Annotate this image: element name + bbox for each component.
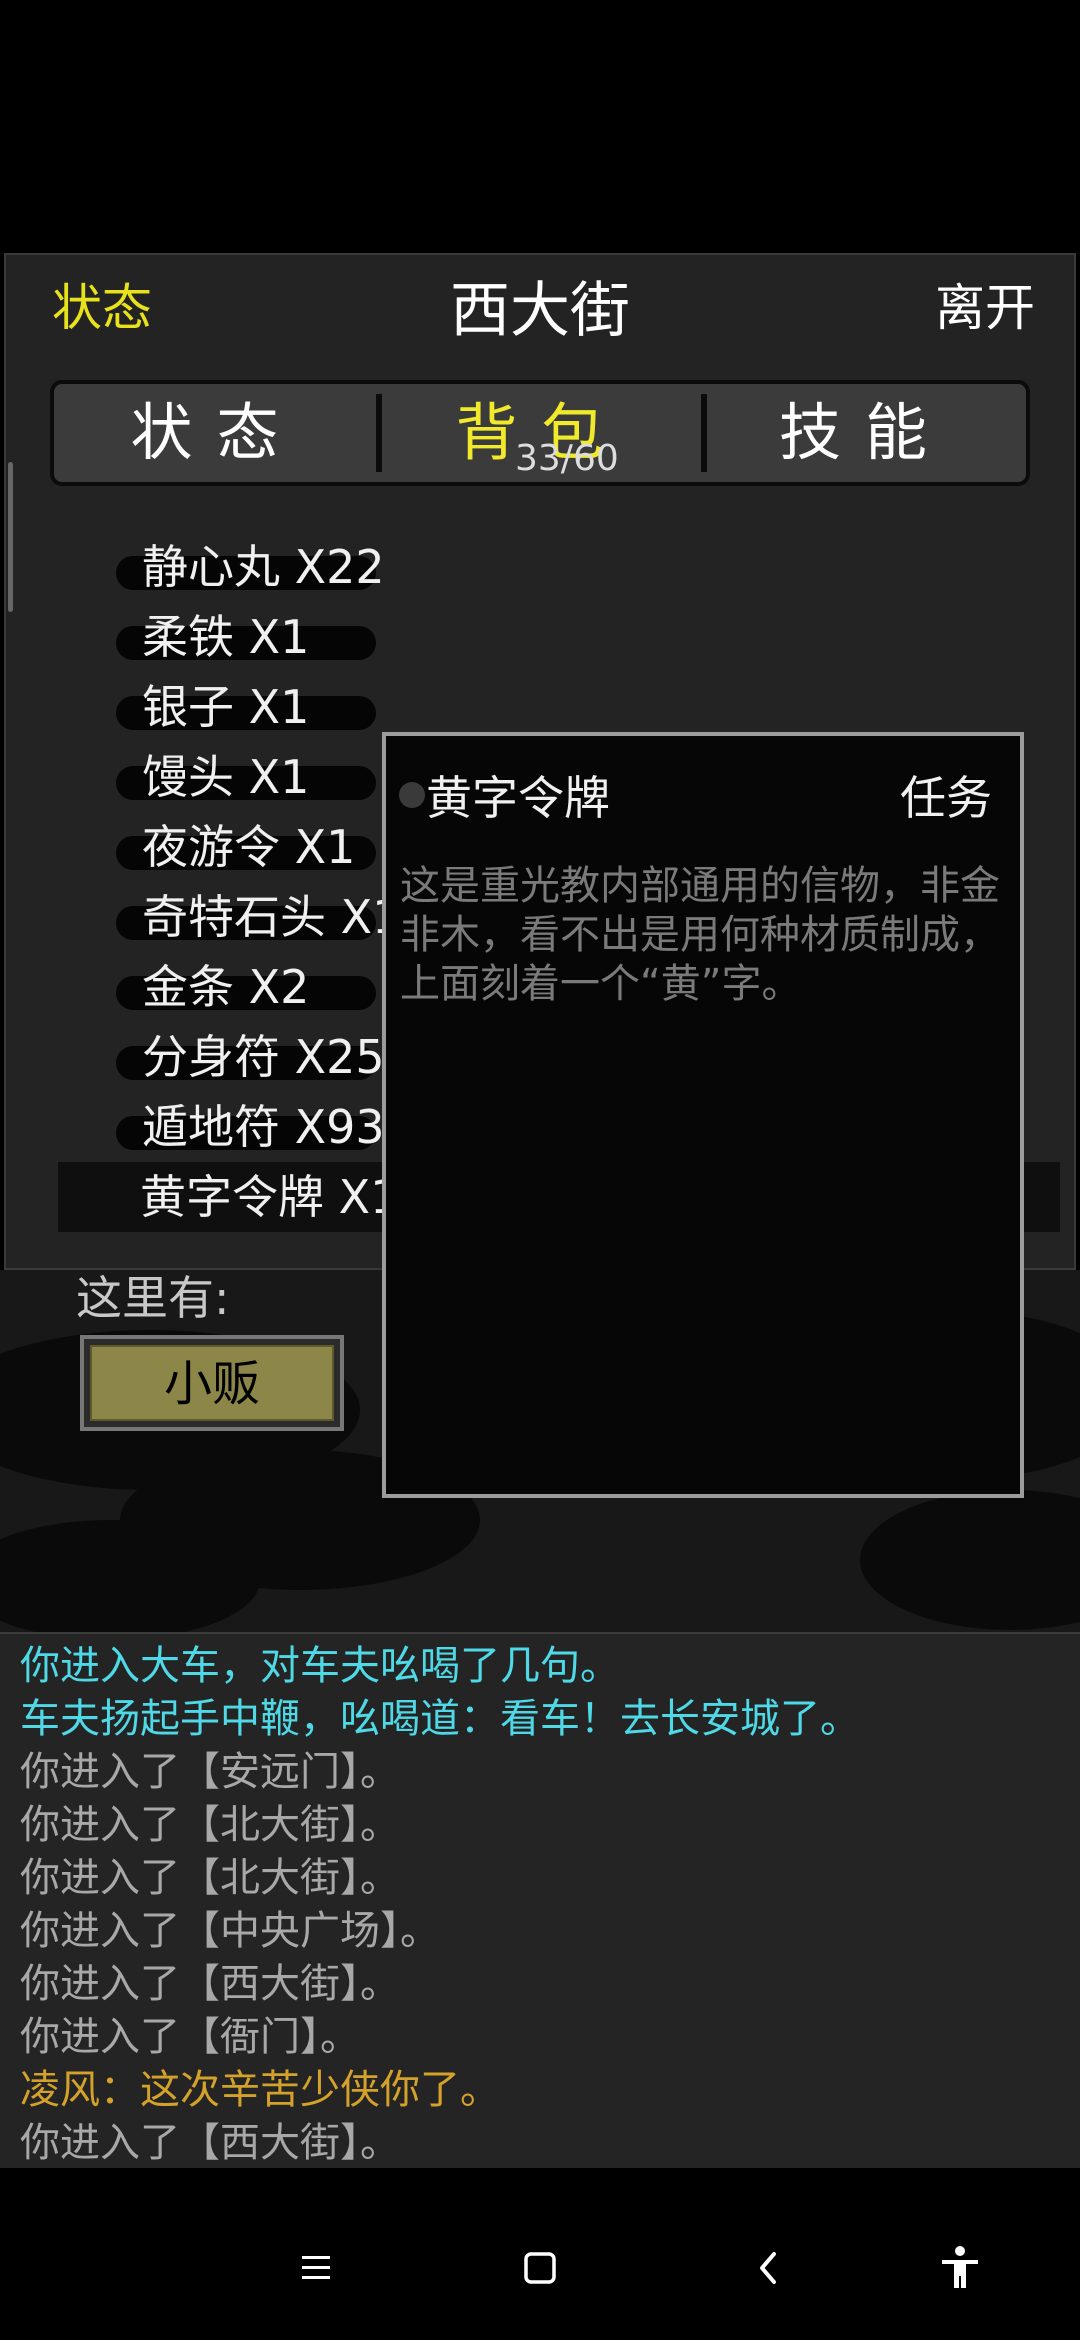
inventory-item-label: 静心丸 X22 <box>142 540 385 594</box>
menu-icon[interactable] <box>286 2238 346 2298</box>
inventory-item-label: 奇特石头 X1 <box>142 890 402 944</box>
vendor-button-label: 小贩 <box>90 1345 334 1421</box>
log-line: 你进入了【北大街】。 <box>20 1855 400 1901</box>
location-title: 西大街 <box>450 276 630 346</box>
inventory-item-label: 柔铁 X1 <box>142 610 310 664</box>
here-label: 这里有: <box>76 1271 230 1325</box>
list-scrollbar[interactable] <box>8 462 13 612</box>
log-line: 你进入了【衙门】。 <box>20 2014 360 2060</box>
top-black-band <box>0 0 1080 253</box>
log-line: 车夫扬起手中鞭，吆喝道：看车！去长安城了。 <box>20 1696 860 1742</box>
popup-item-title: 黄字令牌 <box>426 771 610 825</box>
leave-button[interactable]: 离开 <box>935 268 1035 340</box>
message-log: 你进入大车，对车夫吆喝了几句。车夫扬起手中鞭，吆喝道：看车！去长安城了。 你进入了… <box>20 1640 1070 2170</box>
popup-item-type: 任务 <box>900 771 992 825</box>
smoke-decoration <box>860 1490 1080 1630</box>
inventory-item-label: 分身符 X25 <box>142 1030 385 1084</box>
log-line: 你进入了【西大街】。 <box>20 1961 400 2007</box>
back-icon[interactable] <box>738 2238 798 2298</box>
inventory-item-label: 夜游令 X1 <box>142 820 356 874</box>
popup-bullet <box>399 782 425 808</box>
log-line: 你进入了【安远门】。 <box>20 1749 400 1795</box>
tab-skills[interactable]: 技能 <box>704 384 1026 482</box>
log-line: 你进入大车，对车夫吆喝了几句。 <box>20 1643 620 1689</box>
inventory-item[interactable]: 柔铁 X1 <box>60 602 1060 672</box>
vendor-button[interactable]: 小贩 <box>80 1335 344 1431</box>
inventory-item-label: 银子 X1 <box>142 680 310 734</box>
inventory-item-label: 黄字令牌 X1 <box>140 1170 400 1224</box>
popup-item-description: 这是重光教内部通用的信物，非金非木，看不出是用何种材质制成，上面刻着一个“黄”字… <box>400 863 1000 1007</box>
item-detail-popup <box>382 732 1024 1498</box>
log-line: 你进入了【北大街】。 <box>20 1802 400 1848</box>
inventory-item-label: 遁地符 X93 <box>142 1100 385 1154</box>
inventory-item-label: 馒头 X1 <box>142 750 310 804</box>
log-line: 你进入了【中央广场】。 <box>20 1908 440 1954</box>
tab-status[interactable]: 状态 <box>54 384 379 482</box>
inventory-item-label: 金条 X2 <box>142 960 310 1014</box>
inventory-item[interactable]: 静心丸 X22 <box>60 532 1060 602</box>
log-line: 凌风：这次辛苦少侠你了。 <box>20 2067 500 2113</box>
log-line: 你进入了【西大街】。 <box>20 2120 400 2166</box>
home-icon[interactable] <box>510 2238 570 2298</box>
accessibility-icon[interactable] <box>930 2238 990 2298</box>
bag-capacity-count: 33/60 <box>515 438 619 479</box>
